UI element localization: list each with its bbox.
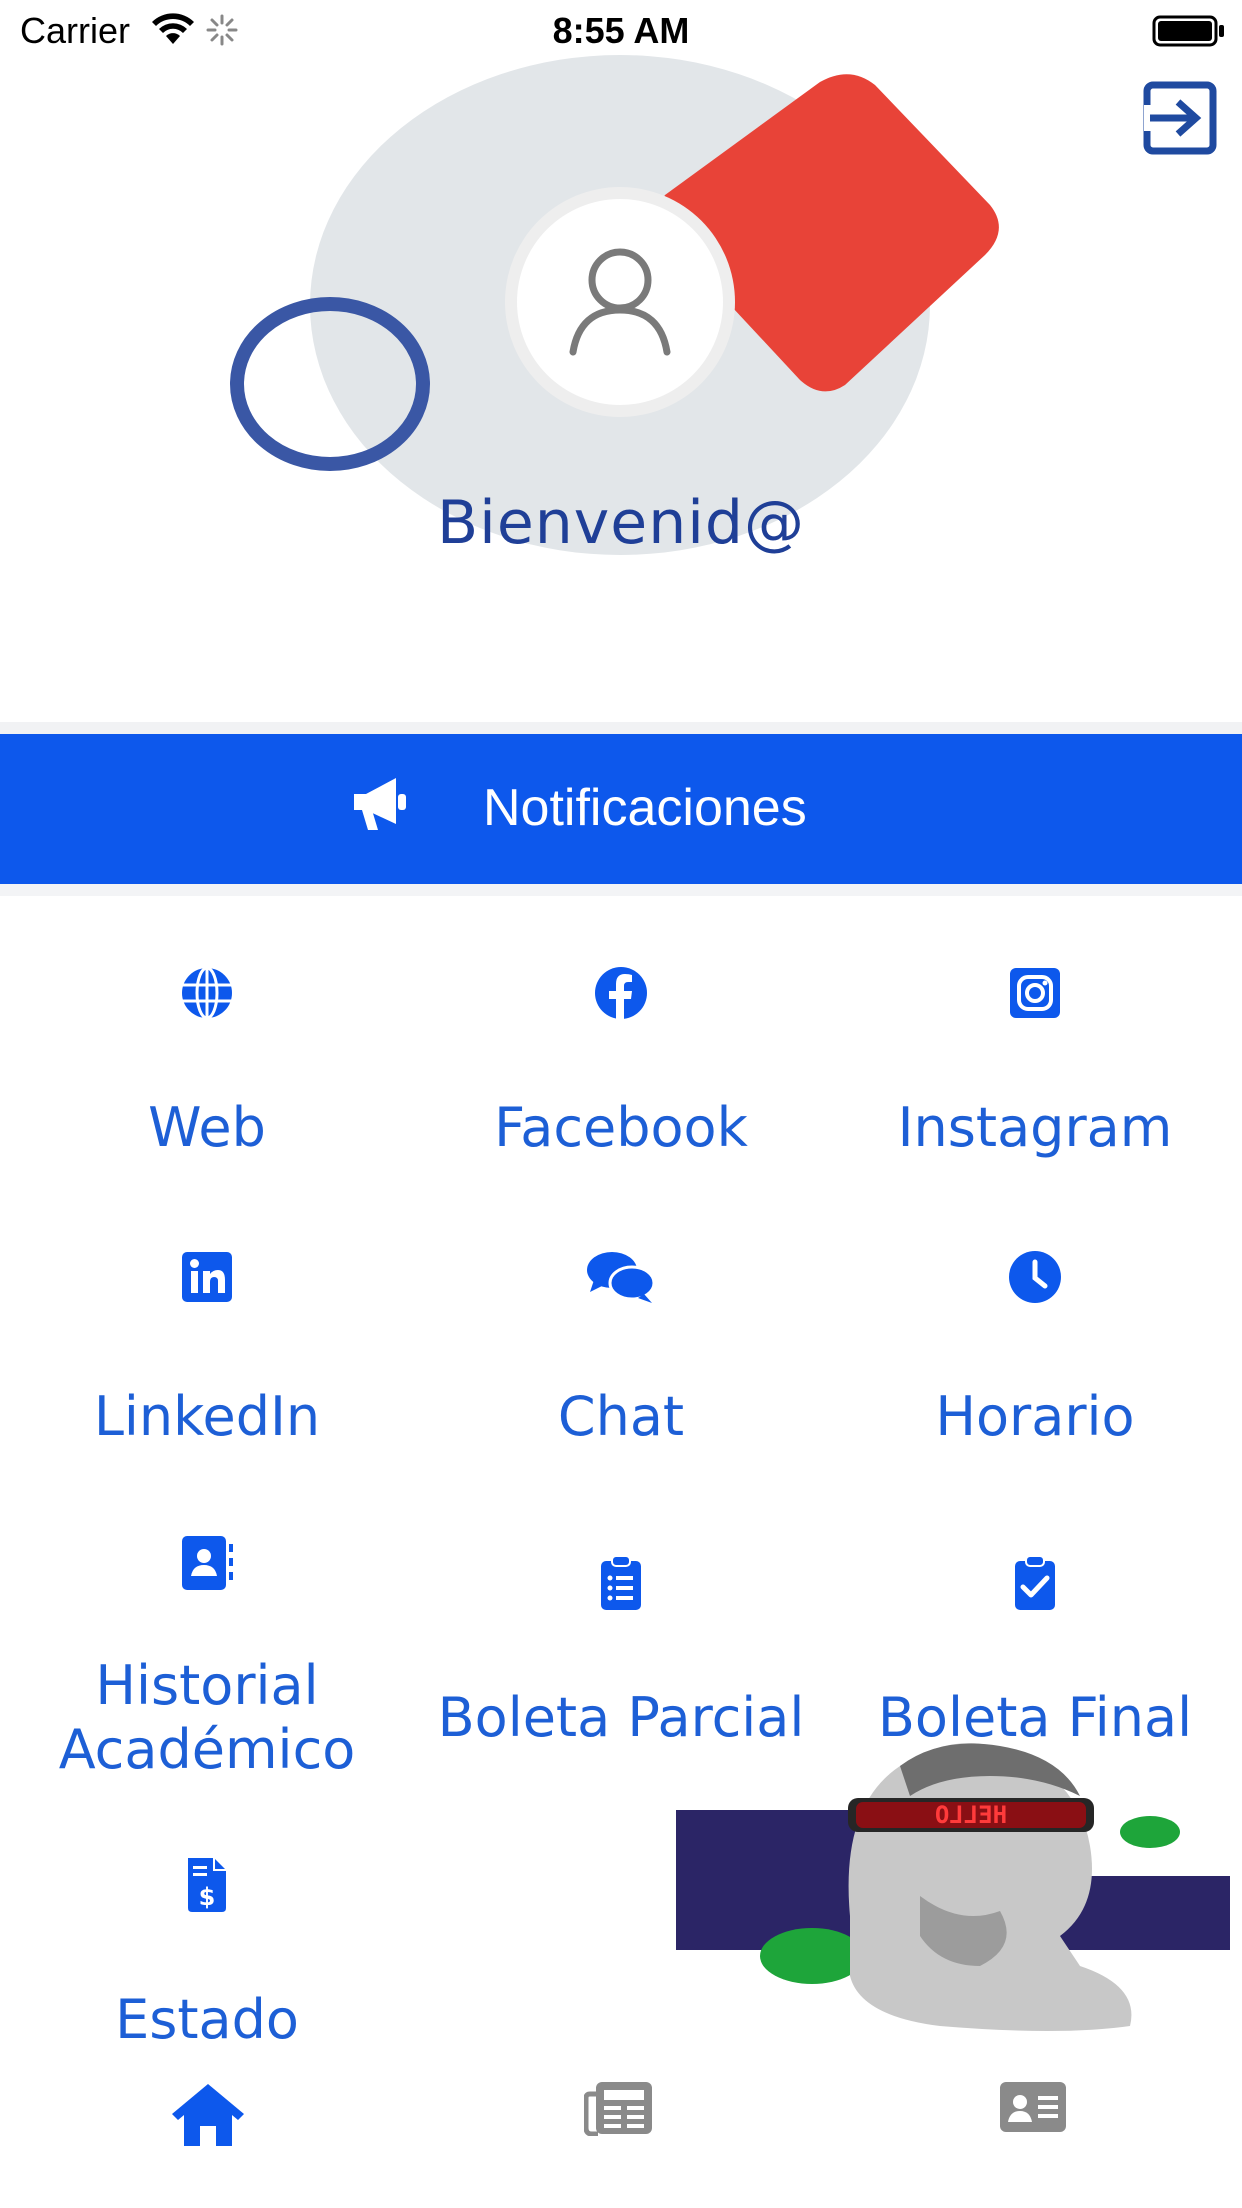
led-sign-text: HELLO [935,1801,1007,1829]
menu-item-label: LinkedIn [93,1385,321,1448]
linkedin-icon [182,1252,232,1302]
chat-icon [587,1252,656,1303]
menu-item-linkedin[interactable]: LinkedIn [0,1250,414,1450]
facebook-icon [595,967,647,1019]
instagram-icon [1010,968,1060,1018]
menu-item-account-status[interactable]: $ Estado [0,1858,414,2058]
menu-item-label: Facebook [494,1096,748,1159]
menu-item-schedule[interactable]: Horario [828,1250,1242,1450]
menu-item-label-line2: Académico [58,1718,356,1781]
divider [0,722,1242,734]
menu-item-academic-history[interactable]: Historial Académico [0,1536,414,1786]
newspaper-icon [584,2082,652,2136]
statue-illustration: HELLO [676,1743,1230,2031]
clock-icon [1009,1251,1061,1303]
clipboard-check-icon [1015,1556,1055,1610]
notifications-label: Notificaciones [483,779,807,837]
menu-item-chat[interactable]: Chat [414,1250,828,1450]
menu-item-partial-report[interactable]: Boleta Parcial [414,1556,828,1756]
svg-text:$: $ [199,1883,216,1911]
menu-item-facebook[interactable]: Facebook [414,966,828,1166]
logout-icon [1143,81,1217,155]
menu-item-label: Instagram [897,1096,1173,1159]
welcome-title: Bienvenid@ [437,488,805,558]
logout-button[interactable] [1142,80,1218,156]
menu-item-label-line1: Historial [95,1654,319,1717]
menu-item-web[interactable]: Web [0,966,414,1166]
id-card-icon [1000,2082,1066,2132]
globe-icon [182,966,232,1020]
home-icon [172,2084,244,2146]
menu-item-instagram[interactable]: Instagram [828,966,1242,1166]
menu-item-label: Horario [935,1385,1135,1448]
menu-item-label: Web [148,1096,266,1159]
clipboard-list-icon [601,1556,641,1610]
tab-news[interactable] [414,2080,828,2160]
contact-book-icon [182,1536,233,1590]
menu-item-final-report[interactable]: Boleta Final [828,1556,1242,1756]
tab-profile[interactable] [828,2080,1242,2160]
invoice-dollar-icon: $ [188,1858,226,1912]
menu-item-label: Estado [115,1988,299,2051]
header-illustration [230,55,999,555]
tab-home[interactable] [0,2080,414,2160]
megaphone-icon [354,778,406,830]
menu-item-label: Chat [557,1385,685,1448]
divider [0,884,1242,896]
notifications-button[interactable]: Notificaciones [0,734,1242,884]
bottom-tab-bar [0,2060,1242,2208]
